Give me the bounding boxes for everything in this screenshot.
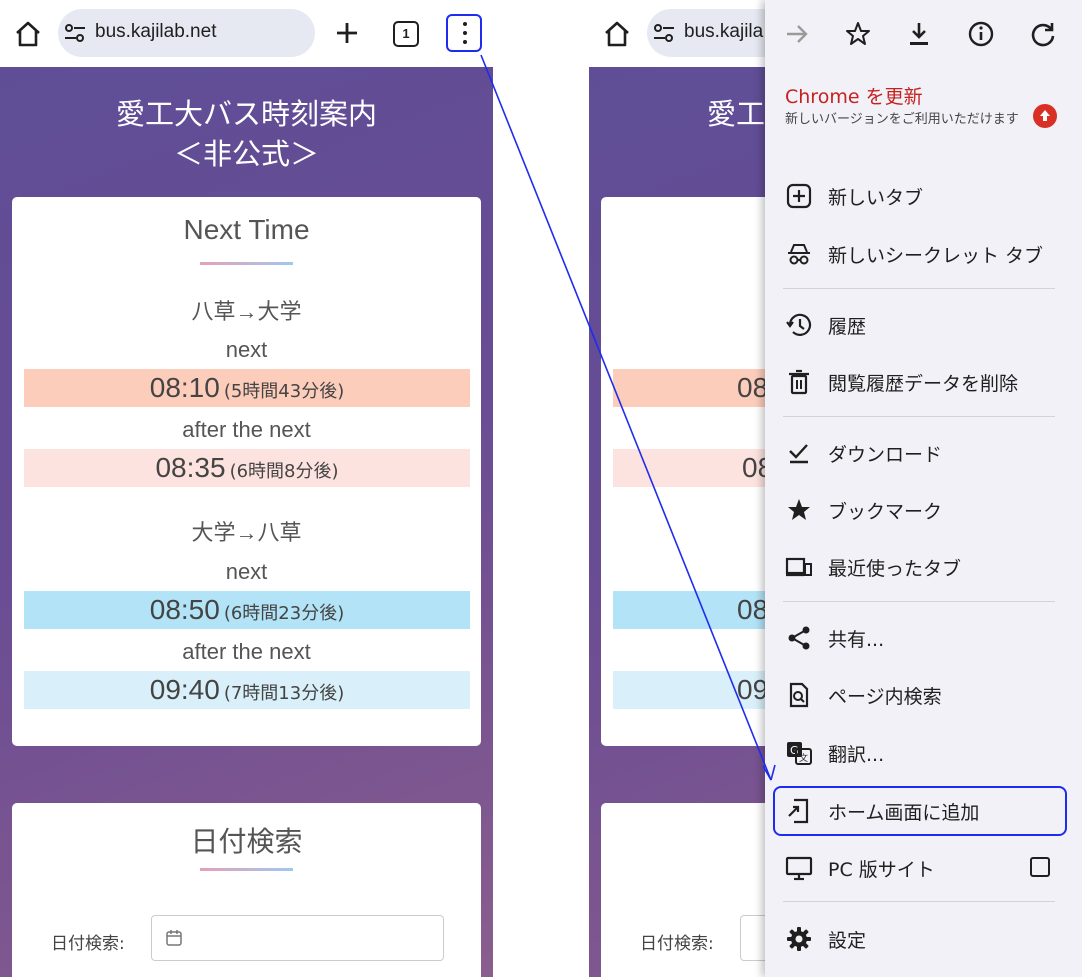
menu-item-find-in-page[interactable]: ページ内検索 bbox=[765, 671, 1082, 717]
date-search-label: 日付検索: bbox=[640, 934, 714, 954]
departure-time: 08:35 bbox=[155, 452, 226, 483]
departure-time-partial: 08 bbox=[737, 372, 769, 403]
menu-divider bbox=[783, 416, 1055, 417]
menu-item-settings[interactable]: 設定 bbox=[765, 915, 1082, 961]
menu-divider bbox=[783, 601, 1055, 602]
after-next-label: after the next bbox=[182, 639, 311, 664]
menu-item-label: ページ内検索 bbox=[828, 686, 942, 708]
menu-item-new-tab[interactable]: 新しいタブ bbox=[765, 172, 1082, 218]
url-bar[interactable]: bus.kajilab.net bbox=[58, 9, 315, 57]
new-tab-icon[interactable] bbox=[332, 18, 362, 48]
left-phone-screen: bus.kajilab.net 1 愛工大バス時刻案内 ＜非公式＞ Next T… bbox=[0, 0, 493, 977]
departure-time-partial: 08 bbox=[737, 594, 769, 625]
departure-time-partial: 09 bbox=[737, 674, 769, 705]
card-title: 日付検索 bbox=[190, 826, 303, 857]
time-until: (6時間23分後) bbox=[223, 603, 345, 624]
translate-icon: G 文 bbox=[787, 742, 812, 765]
site-settings-icon[interactable] bbox=[64, 22, 86, 44]
menu-item-bookmarks[interactable]: ブックマーク bbox=[765, 486, 1082, 532]
screenshot-composite: bus.kajilab.net 1 愛工大バス時刻案内 ＜非公式＞ Next T… bbox=[0, 0, 1082, 977]
menu-item-label: 履歴 bbox=[828, 316, 867, 338]
menu-item-downloads[interactable]: ダウンロード bbox=[765, 429, 1082, 475]
next-label: next bbox=[225, 337, 268, 362]
menu-divider bbox=[783, 901, 1055, 902]
site-title-line2: ＜非公式＞ bbox=[173, 137, 319, 171]
more-menu-button[interactable] bbox=[446, 14, 482, 52]
time-band: 08:10 (5時間43分後) bbox=[24, 369, 470, 407]
download-icon[interactable] bbox=[905, 20, 933, 48]
highlight-box bbox=[773, 786, 1067, 836]
share-icon bbox=[788, 626, 810, 650]
find-in-page-icon bbox=[789, 682, 809, 708]
time-band: 08:35 (6時間8分後) bbox=[24, 449, 470, 487]
download-check-icon bbox=[789, 444, 808, 464]
route-name: 大学→八草 bbox=[191, 520, 302, 545]
menu-item-translate[interactable]: G 文 翻訳... bbox=[765, 729, 1082, 775]
departure-time: 09:40 bbox=[149, 674, 220, 705]
calendar-icon bbox=[166, 930, 182, 946]
menu-item-label: 新しいタブ bbox=[828, 187, 924, 209]
star-filled-icon bbox=[788, 499, 810, 520]
home-icon[interactable] bbox=[12, 18, 44, 50]
menu-item-label: 新しいシークレット タブ bbox=[828, 245, 1044, 267]
menu-item-label: 共有... bbox=[828, 629, 885, 651]
home-icon[interactable] bbox=[601, 18, 633, 50]
menu-item-label: ブックマーク bbox=[828, 501, 943, 523]
trash-icon bbox=[789, 369, 809, 395]
update-chrome-title[interactable]: Chrome を更新 bbox=[785, 82, 923, 109]
time-band: 08:50 (6時間23分後) bbox=[24, 591, 470, 629]
svg-text:文: 文 bbox=[799, 752, 808, 764]
title-underline bbox=[200, 868, 293, 871]
date-input[interactable] bbox=[151, 915, 444, 961]
browser-toolbar: bus.kajilab.net 1 bbox=[0, 0, 493, 67]
menu-item-history[interactable]: 履歴 bbox=[765, 301, 1082, 347]
after-next-label: after the next bbox=[182, 417, 311, 442]
svg-text:G: G bbox=[790, 744, 799, 757]
new-tab-plus-icon bbox=[786, 183, 812, 209]
star-outline-icon[interactable] bbox=[844, 20, 872, 48]
departure-time: 08:50 bbox=[149, 594, 220, 625]
card-title: Next Time bbox=[183, 214, 310, 245]
menu-item-share[interactable]: 共有... bbox=[765, 614, 1082, 660]
route-name: 八草→大学 bbox=[191, 299, 302, 324]
menu-item-label: 設定 bbox=[828, 930, 867, 952]
update-badge-icon bbox=[1033, 104, 1057, 128]
url-text: bus.kajila bbox=[684, 21, 764, 42]
monitor-icon bbox=[785, 856, 813, 881]
date-search-label: 日付検索: bbox=[51, 934, 125, 954]
menu-divider bbox=[783, 288, 1055, 289]
menu-item-label: ダウンロード bbox=[828, 444, 943, 466]
url-text: bus.kajilab.net bbox=[95, 21, 217, 42]
devices-icon bbox=[785, 557, 812, 577]
date-search-card: 日付検索 日付検索: bbox=[12, 803, 481, 977]
title-underline bbox=[200, 262, 293, 265]
update-chrome-subtitle: 新しいバージョンをご利用いただけます bbox=[785, 112, 1019, 127]
site-title-line1: 愛工大バス時刻案内 bbox=[115, 97, 377, 131]
menu-item-label: 翻訳... bbox=[828, 744, 885, 766]
history-icon bbox=[786, 313, 812, 336]
site-settings-icon[interactable] bbox=[653, 22, 675, 44]
time-band: 09:40 (7時間13分後) bbox=[24, 671, 470, 709]
info-icon[interactable] bbox=[967, 20, 995, 48]
menu-item-clear-browsing-data[interactable]: 閲覧履歴データを削除 bbox=[765, 358, 1082, 404]
desktop-site-checkbox[interactable] bbox=[1030, 857, 1050, 877]
menu-item-recent-tabs[interactable]: 最近使ったタブ bbox=[765, 543, 1082, 589]
menu-item-label: PC 版サイト bbox=[828, 859, 935, 881]
departure-time: 08:10 bbox=[149, 372, 220, 403]
time-until: (6時間8分後) bbox=[229, 461, 339, 482]
time-until: (7時間13分後) bbox=[223, 683, 345, 704]
menu-item-incognito[interactable]: 新しいシークレット タブ bbox=[765, 230, 1082, 276]
reload-icon[interactable] bbox=[1029, 20, 1057, 48]
gear-icon bbox=[787, 927, 811, 951]
tab-switcher-button[interactable]: 1 bbox=[393, 21, 419, 47]
menu-item-label: 閲覧履歴データを削除 bbox=[828, 373, 1019, 395]
next-time-card: Next Time 八草→大学 next 08:10 (5時間43分後) afte… bbox=[12, 197, 481, 746]
forward-arrow-icon[interactable] bbox=[783, 20, 811, 48]
time-until: (5時間43分後) bbox=[223, 381, 345, 402]
next-label: next bbox=[225, 559, 268, 584]
web-page: 愛工大バス時刻案内 ＜非公式＞ Next Time 八草→大学 next 08:… bbox=[0, 67, 493, 977]
menu-item-label: 最近使ったタブ bbox=[828, 558, 962, 580]
incognito-icon bbox=[788, 244, 810, 265]
